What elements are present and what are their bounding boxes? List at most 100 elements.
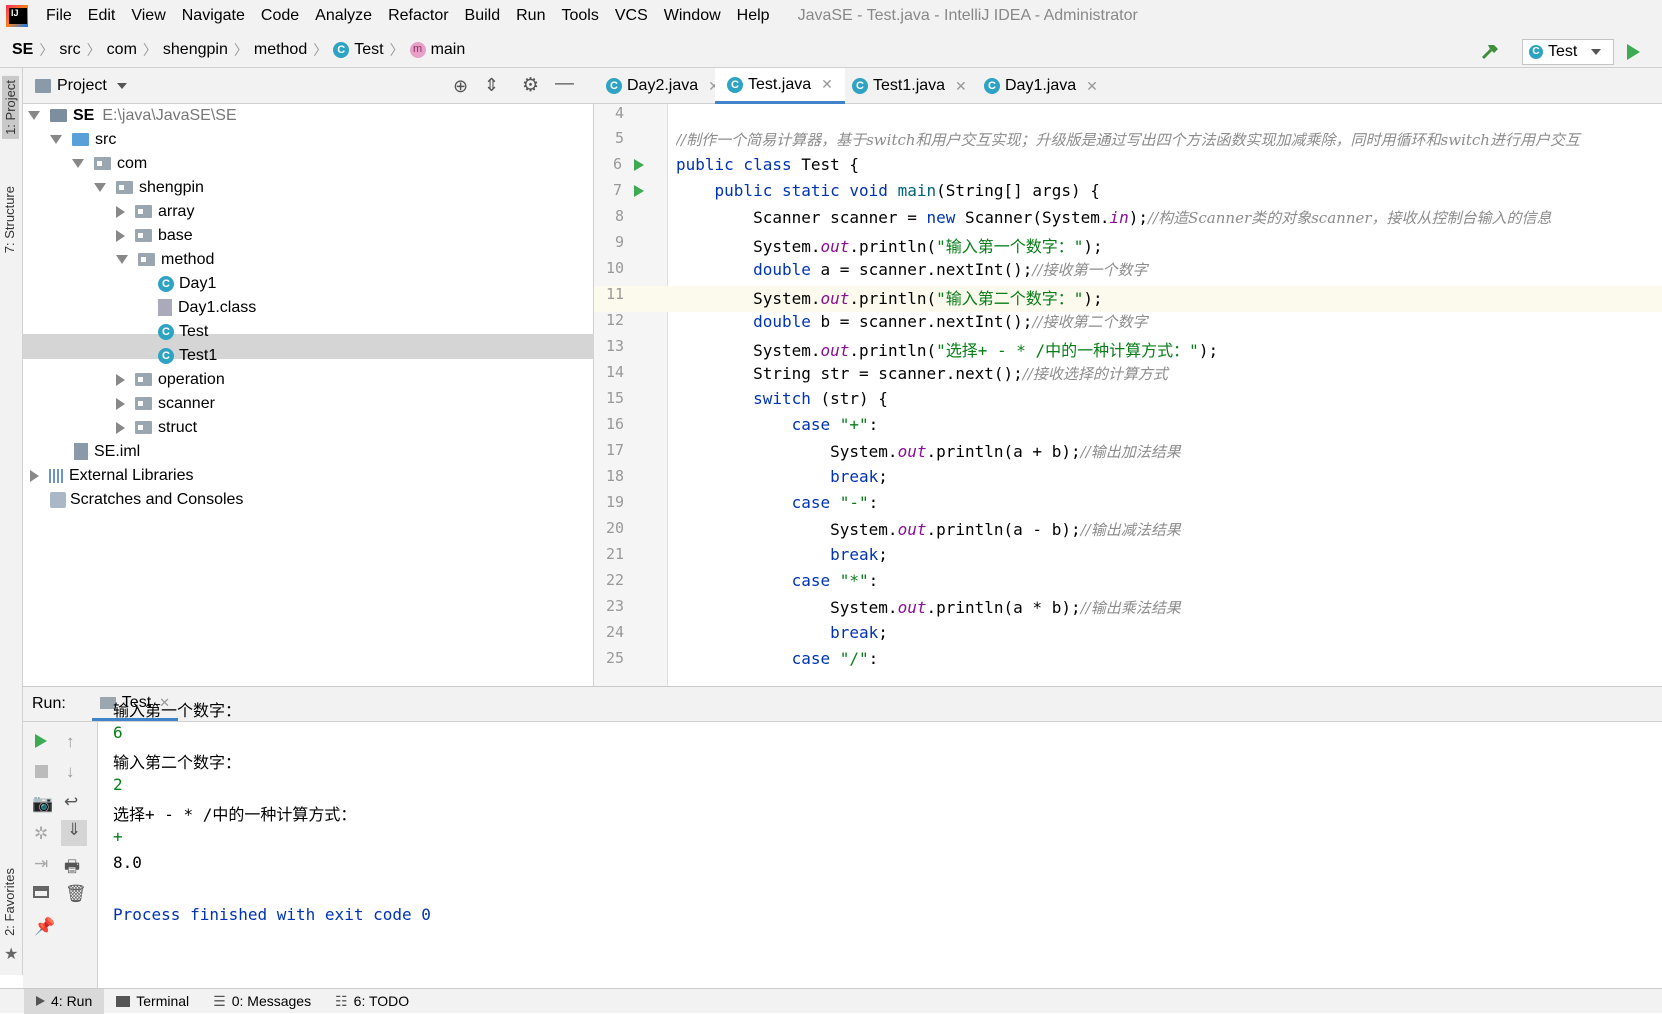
rerun-icon[interactable] [35,734,47,748]
run-panel-header: Run: Test ✕ [23,686,1662,722]
console-output[interactable] [98,722,1662,988]
line-number: 19 [605,493,624,511]
run-configuration-select[interactable]: C Test [1522,39,1614,65]
scroll-to-end-icon[interactable]: ⇓ [61,820,87,846]
tree-node-test1[interactable]: C Test1 [158,343,217,368]
crumb-test[interactable]: C Test [327,41,389,59]
menu-code[interactable]: Code [253,7,307,25]
menu-file[interactable]: File [38,7,80,25]
editor-tab-test1[interactable]: C Test1.java ✕ [840,68,979,104]
bottom-tab-terminal[interactable]: Terminal [104,989,201,1014]
tree-node-se[interactable]: SE E:\java\JavaSE\SE [28,103,237,128]
expand-arrow-icon[interactable] [116,229,125,242]
gutter-run-main-icon[interactable] [634,185,644,197]
tree-node-array[interactable]: array [114,199,194,224]
collapse-all-icon[interactable]: ⇕ [484,75,499,96]
crumb-com[interactable]: com [101,41,143,59]
close-icon[interactable]: ✕ [821,76,833,93]
menu-edit[interactable]: Edit [80,7,124,25]
tree-node-day1[interactable]: C Day1 [158,271,216,296]
stop-icon[interactable] [35,765,48,778]
expand-arrow-icon[interactable] [50,135,62,144]
expand-arrow-icon[interactable] [116,421,125,434]
bottom-tab-messages[interactable]: ☰ 0: Messages [201,989,323,1014]
close-icon[interactable]: ✕ [1086,78,1098,95]
close-icon[interactable]: ✕ [955,78,967,95]
crumb-src[interactable]: src [53,41,86,59]
tree-node-external-libraries[interactable]: External Libraries [28,463,194,488]
camera-icon[interactable]: 📷 [32,794,53,814]
code-line-17: System.out.println(a + b);//输出加法结果 [676,441,1181,462]
tool-tab-structure[interactable]: 7: Structure [2,186,17,253]
menu-vcs[interactable]: VCS [607,7,656,25]
editor-tab-day1[interactable]: C Day1.java ✕ [972,68,1110,104]
menu-tools[interactable]: Tools [553,7,606,25]
tree-node-src[interactable]: src [50,127,116,152]
arrow-down-icon[interactable]: ↓ [66,762,75,782]
menu-window[interactable]: Window [656,7,729,25]
expand-arrow-icon[interactable] [116,205,125,218]
tree-node-shengpin[interactable]: shengpin [94,175,204,200]
code-token: switch [753,389,821,408]
expand-arrow-icon[interactable] [116,255,128,264]
tool-tab-favorites[interactable]: 2: Favorites [2,868,17,936]
tree-node-scratches[interactable]: Scratches and Consoles [50,487,243,512]
tree-node-test[interactable]: C Test [158,319,208,344]
bottom-tab-run[interactable]: 4: Run [24,988,105,1014]
code-token: b = scanner.nextInt(); [820,312,1033,331]
menu-refactor[interactable]: Refactor [380,7,456,25]
menu-view[interactable]: View [123,7,173,25]
tree-node-operation[interactable]: operation [114,367,225,392]
locate-target-icon[interactable]: ⊕ [453,76,468,97]
code-token: (String[] args) { [936,181,1100,200]
tree-node-label: src [95,130,117,148]
tool-tab-project[interactable]: 1: Project [2,76,19,139]
tree-node-base[interactable]: base [114,223,193,248]
project-panel-title[interactable]: Project [57,77,107,95]
code-line-22: case "*": [676,571,879,590]
print-icon[interactable]: 🖶 [64,854,80,883]
tree-node-com[interactable]: com [72,151,147,176]
arrow-up-icon[interactable]: ↑ [66,732,75,752]
build-hammer-icon[interactable] [1480,42,1500,62]
menu-build[interactable]: Build [457,7,509,25]
menu-help[interactable]: Help [729,7,778,25]
tree-node-struct[interactable]: struct [114,415,197,440]
expand-arrow-icon[interactable] [116,373,125,386]
tree-node-day1-class[interactable]: Day1.class [158,295,256,320]
trash-icon[interactable]: 🗑 [65,884,87,904]
expand-arrow-icon[interactable] [116,397,125,410]
soft-wrap-icon[interactable]: ↩ [64,792,78,812]
class-file-icon [158,299,172,316]
menu-run[interactable]: Run [508,7,553,25]
exit-icon[interactable]: ⇥ [34,854,48,874]
chevron-down-icon[interactable] [116,82,127,89]
bottom-tab-todo[interactable]: ☷ 6: TODO [323,989,421,1014]
pin-icon[interactable]: 📌 [34,917,55,937]
editor-tab-day2[interactable]: CDay2.java✕ [594,68,732,104]
settings-icon[interactable]: ✲ [34,824,48,844]
package-icon [135,205,152,218]
tree-node-method[interactable]: method [116,247,214,272]
editor-tab-test[interactable]: C Test.java ✕ [715,68,845,104]
tree-node-se-iml[interactable]: SE.iml [74,439,140,464]
expand-arrow-icon[interactable] [28,111,40,120]
package-icon [94,157,111,170]
run-button-play-icon[interactable] [1627,44,1640,60]
menu-analyze[interactable]: Analyze [307,7,380,25]
crumb-method[interactable]: method [248,41,313,59]
code-token: case [791,493,840,512]
minimize-icon[interactable]: — [555,73,574,95]
gear-icon[interactable]: ⚙ [522,74,539,97]
crumb-main[interactable]: m main [404,41,472,59]
menu-navigate[interactable]: Navigate [174,7,253,25]
expand-arrow-icon[interactable] [30,469,39,482]
tree-node-scanner[interactable]: scanner [114,391,215,416]
crumb-shengpin[interactable]: shengpin [157,41,234,59]
expand-arrow-icon[interactable] [72,159,84,168]
gutter-run-class-icon[interactable] [634,159,644,171]
layout-icon[interactable] [33,886,49,898]
expand-arrow-icon[interactable] [94,183,106,192]
crumb-project[interactable]: SE [0,41,39,59]
code-token: double [753,312,821,331]
